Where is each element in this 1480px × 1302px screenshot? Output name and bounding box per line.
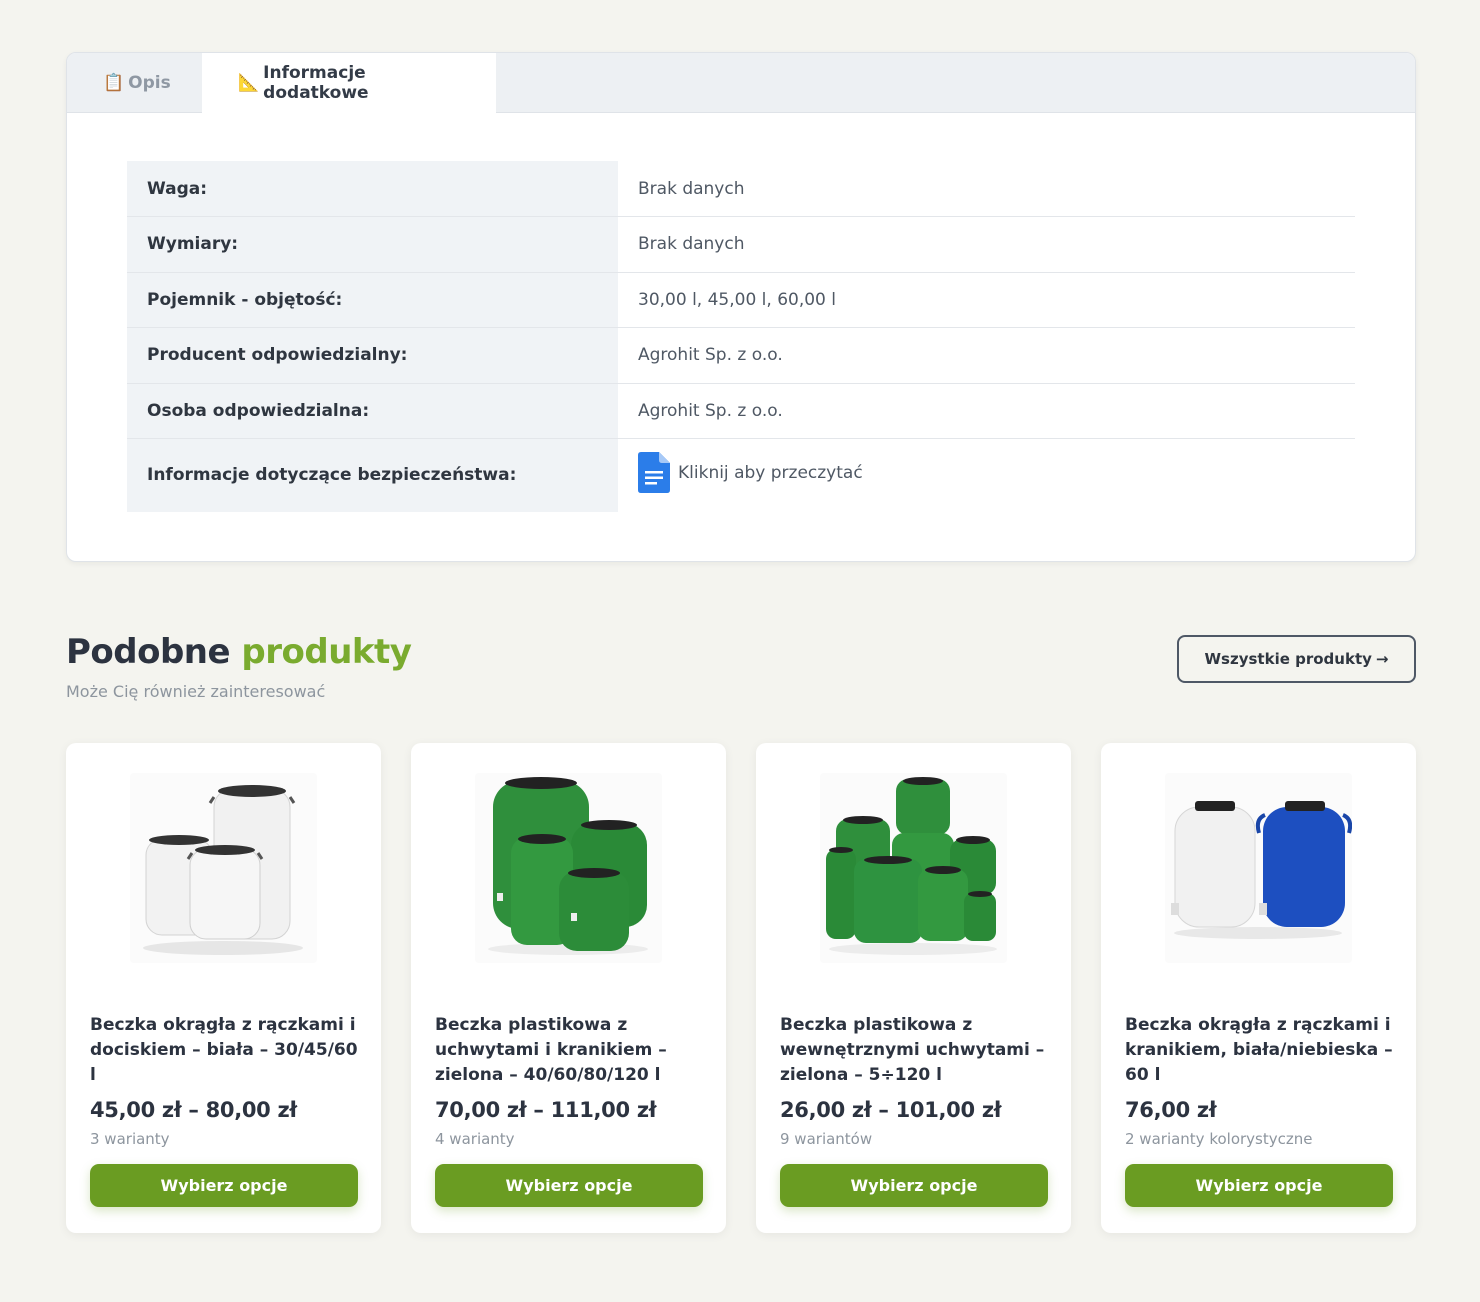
product-variants: 3 warianty [90, 1130, 170, 1148]
attribute-key: Pojemnik - objętość: [127, 272, 618, 328]
safety-info-link[interactable]: Kliknij aby przeczytać [638, 452, 863, 494]
all-products-button[interactable]: Wszystkie produkty → [1177, 635, 1416, 683]
attribute-row: Wymiary: Brak danych [127, 216, 1355, 273]
product-variants: 9 wariantów [780, 1130, 873, 1148]
attribute-value: Brak danych [618, 216, 1355, 273]
product-price: 26,00 zł – 101,00 zł [780, 1098, 1002, 1122]
product-price: 70,00 zł – 111,00 zł [435, 1098, 657, 1122]
similar-products-subtitle: Może Cię również zainteresować [66, 682, 326, 701]
attribute-key: Informacje dotyczące bezpieczeństwa: [127, 438, 618, 512]
product-variants: 2 warianty kolorystyczne [1125, 1130, 1313, 1148]
green-barrels-tap-image [488, 777, 648, 955]
product-title[interactable]: Beczka okrągła z rączkami i dociskiem – … [90, 1013, 360, 1088]
arrow-right-icon: → [1375, 650, 1389, 668]
white-barrels-image [143, 785, 303, 955]
attribute-value: Kliknij aby przeczytać [618, 439, 1355, 512]
attributes-table: Waga: Brak danych Wymiary: Brak danych P… [127, 161, 1355, 512]
tab-opis[interactable]: 📋 Opis [67, 53, 202, 112]
white-blue-barrels-image [1171, 801, 1352, 939]
attribute-row: Osoba odpowiedzialna: Agrohit Sp. z o.o. [127, 383, 1355, 439]
tab-informacje-label: Informacje dodatkowe [263, 62, 369, 103]
product-card[interactable]: Beczka okrągła z rączkami i kranikiem, b… [1101, 743, 1416, 1233]
attribute-row: Producent odpowiedzialny: Agrohit Sp. z … [127, 327, 1355, 384]
attribute-value: 30,00 l, 45,00 l, 60,00 l [618, 272, 1355, 328]
attribute-row: Informacje dotyczące bezpieczeństwa: Kli… [127, 438, 1355, 512]
attribute-key: Producent odpowiedzialny: [127, 327, 618, 384]
attribute-key: Waga: [127, 161, 618, 217]
attribute-value: Agrohit Sp. z o.o. [618, 327, 1355, 384]
similar-products-title: Podobne produkty [66, 632, 412, 672]
product-title[interactable]: Beczka plastikowa z uchwytami i kranikie… [435, 1013, 705, 1088]
attribute-row: Waga: Brak danych [127, 161, 1355, 217]
safety-info-link-text: Kliknij aby przeczytać [678, 462, 863, 483]
triangle-ruler-icon: 📐 [238, 72, 260, 93]
choose-options-button[interactable]: Wybierz opcje [435, 1164, 703, 1207]
product-variants: 4 warianty [435, 1130, 515, 1148]
product-card[interactable]: Beczka plastikowa z wewnętrznymi uchwyta… [756, 743, 1071, 1233]
title-part-1: Podobne [66, 632, 231, 672]
product-title[interactable]: Beczka plastikowa z wewnętrznymi uchwyta… [780, 1013, 1050, 1088]
product-price: 76,00 zł [1125, 1098, 1217, 1122]
google-doc-icon [638, 452, 670, 494]
attribute-key: Wymiary: [127, 216, 618, 273]
product-card[interactable]: Beczka okrągła z rączkami i dociskiem – … [66, 743, 381, 1233]
choose-options-button[interactable]: Wybierz opcje [90, 1164, 358, 1207]
attribute-value: Agrohit Sp. z o.o. [618, 383, 1355, 439]
all-products-label: Wszystkie produkty [1204, 650, 1372, 668]
attribute-key: Osoba odpowiedzialna: [127, 383, 618, 439]
clipboard-icon: 📋 [103, 72, 125, 93]
product-title[interactable]: Beczka okrągła z rączkami i kranikiem, b… [1125, 1013, 1395, 1088]
product-card[interactable]: Beczka plastikowa z uchwytami i kranikie… [411, 743, 726, 1233]
product-image[interactable] [130, 773, 317, 963]
product-image[interactable] [475, 773, 662, 963]
title-part-2: produkty [241, 632, 412, 672]
choose-options-button[interactable]: Wybierz opcje [1125, 1164, 1393, 1207]
tabs-bar: 📋 Opis 📐 Informacje dodatkowe [67, 53, 1415, 113]
tab-informacje-dodatkowe[interactable]: 📐 Informacje dodatkowe [202, 53, 496, 113]
product-tabs-panel: 📋 Opis 📐 Informacje dodatkowe Waga: Brak… [66, 52, 1416, 562]
tab-opis-label: Opis [128, 72, 171, 93]
green-barrels-group-image [826, 777, 997, 955]
product-image[interactable] [1165, 773, 1352, 963]
product-price: 45,00 zł – 80,00 zł [90, 1098, 297, 1122]
choose-options-button[interactable]: Wybierz opcje [780, 1164, 1048, 1207]
attribute-row: Pojemnik - objętość: 30,00 l, 45,00 l, 6… [127, 272, 1355, 328]
attribute-value: Brak danych [618, 161, 1355, 217]
product-image[interactable] [820, 773, 1007, 963]
